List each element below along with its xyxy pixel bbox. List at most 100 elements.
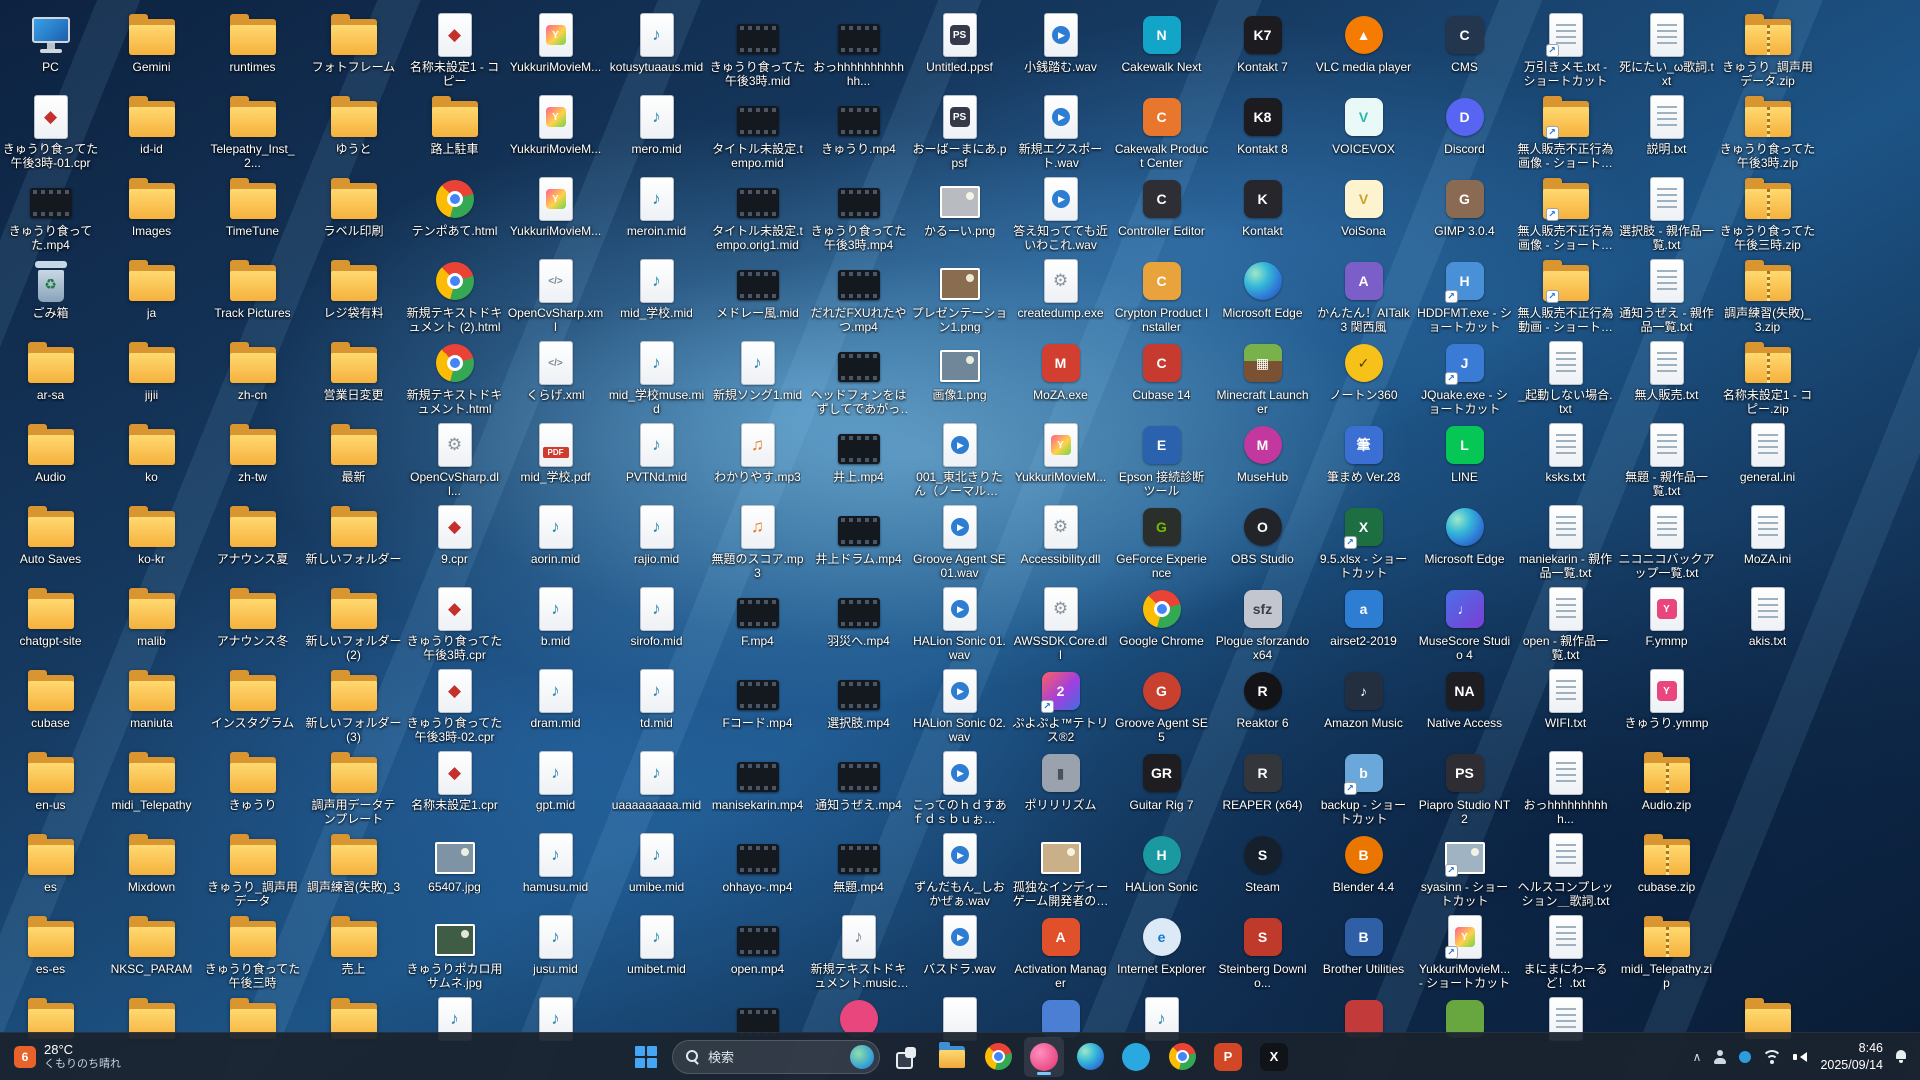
desktop-icon[interactable]: ▶ HALion Sonic 02.wav (909, 664, 1010, 746)
desktop-icon[interactable]: 新しいフォルダー (303, 500, 404, 582)
desktop-icon[interactable]: PDF mid_学校.pdf (505, 418, 606, 500)
desktop-icon[interactable]: open - 親作品一覧.txt (1515, 582, 1616, 664)
desktop-icon[interactable]: 死にたい_ω歌詞.txt (1616, 8, 1717, 90)
desktop-icon[interactable]: ♪ jusu.mid (505, 910, 606, 992)
desktop-icon[interactable]: es (0, 828, 101, 910)
desktop-icon[interactable]: 孤独なインディーゲーム開発者の一生... (1010, 828, 1111, 910)
desktop-icon[interactable]: PC (0, 8, 101, 90)
desktop-icon[interactable]: es-es (0, 910, 101, 992)
desktop-icon[interactable]: まにまにわーるど！.txt (1515, 910, 1616, 992)
desktop-icon[interactable]: ko-kr (101, 500, 202, 582)
desktop-icon[interactable]: Mixdown (101, 828, 202, 910)
desktop-icon[interactable]: L LINE (1414, 418, 1515, 500)
desktop-icon[interactable]: NA Native Access (1414, 664, 1515, 746)
desktop-icon[interactable]: ↗無人販売不正行為画像 - ショートカット (1515, 172, 1616, 254)
desktop-icon[interactable]: A かんたん！AITalk 3 関西風 (1313, 254, 1414, 336)
desktop-icon[interactable]: maniuta (101, 664, 202, 746)
desktop-icon[interactable]: ⚙ OpenCvSharp.dll... (404, 418, 505, 500)
desktop-icon[interactable]: ♩ MuseScore Studio 4 (1414, 582, 1515, 664)
desktop-icon[interactable]: GR Guitar Rig 7 (1111, 746, 1212, 828)
desktop-icon[interactable]: Y きゅうり.ymmp (1616, 664, 1717, 746)
desktop-icon[interactable]: ko (101, 418, 202, 500)
desktop-icon[interactable]: ▦ Minecraft Launcher (1212, 336, 1313, 418)
tray-user-icon[interactable] (1712, 1050, 1728, 1064)
desktop-icon[interactable]: sfz Plogue sforzando x64 (1212, 582, 1313, 664)
desktop-icon[interactable]: ♪ b.mid (505, 582, 606, 664)
desktop-icon[interactable]: H HALion Sonic (1111, 828, 1212, 910)
desktop-icon[interactable]: ⚙ createdump.exe (1010, 254, 1111, 336)
desktop-icon[interactable]: C CMS (1414, 8, 1515, 90)
desktop-icon[interactable]: 筆筆まめ Ver.28 (1313, 418, 1414, 500)
desktop-icon[interactable]: general.ini (1717, 418, 1818, 500)
desktop-icon[interactable]: ♫ 無題のスコア.mp3 (707, 500, 808, 582)
desktop-icon[interactable]: TimeTune (202, 172, 303, 254)
desktop-icon[interactable]: ▮ ポリリリズム (1010, 746, 1111, 828)
desktop-icon[interactable]: 画像1.png (909, 336, 1010, 418)
desktop-icon[interactable]: きゅうり食ってた午後3時.mp4 (808, 172, 909, 254)
desktop-icon[interactable]: Y ↗ YukkuriMovieM... - ショートカット (1414, 910, 1515, 992)
desktop-icon[interactable]: midi_Telepathy (101, 746, 202, 828)
desktop-icon[interactable]: ♪ uaaaaaaaaa.mid (606, 746, 707, 828)
desktop-icon[interactable]: ニコニコバックアップ一覧.txt (1616, 500, 1717, 582)
desktop-icon[interactable]: 路上駐車 (404, 90, 505, 172)
desktop-icon[interactable]: manisekarin.mp4 (707, 746, 808, 828)
desktop-icon[interactable]: ▶ HALion Sonic 01.wav (909, 582, 1010, 664)
desktop-icon[interactable]: 無題.mp4 (808, 828, 909, 910)
desktop-icon[interactable]: 売上 (303, 910, 404, 992)
desktop-icon[interactable]: 新規テキストドキュメント (2).html (404, 254, 505, 336)
tray-chevron-up-icon[interactable]: ∧ (1693, 1050, 1702, 1064)
desktop-icon[interactable]: 最新 (303, 418, 404, 500)
taskbar-media-app[interactable] (1024, 1036, 1064, 1077)
desktop-icon[interactable]: M MoZA.exe (1010, 336, 1111, 418)
desktop-icon[interactable]: S Steinberg Downlo... (1212, 910, 1313, 992)
desktop-icon[interactable]: K8 Kontakt 8 (1212, 90, 1313, 172)
desktop-icon[interactable]: Audio.zip (1616, 746, 1717, 828)
desktop-icon[interactable]: メドレー風.mid (707, 254, 808, 336)
desktop-icon[interactable]: 新規テキストドキュメント.html (404, 336, 505, 418)
desktop-icon[interactable]: G GIMP 3.0.4 (1414, 172, 1515, 254)
notification-bell-icon[interactable] (1894, 1049, 1908, 1065)
desktop-icon[interactable]: ♪ kotusytuaaus.mid (606, 8, 707, 90)
desktop-icon[interactable]: en-us (0, 746, 101, 828)
desktop-icon[interactable]: ♫ わかりやす.mp3 (707, 418, 808, 500)
desktop-icon[interactable]: ♪ dram.mid (505, 664, 606, 746)
desktop-icon[interactable]: ▶こってのｈｄすあｆｄｓｂｕぉぁw.wav (909, 746, 1010, 828)
desktop-icon[interactable]: ♪新規テキストドキュメント.musicxml (808, 910, 909, 992)
desktop-icon[interactable]: ゆうと (303, 90, 404, 172)
desktop-icon[interactable]: 新しいフォルダー (2) (303, 582, 404, 664)
desktop-icon[interactable]: ♪ 新規ソング1.mid (707, 336, 808, 418)
desktop-icon[interactable]: きゅうり食ってた午後3時.mid (707, 8, 808, 90)
desktop-icon[interactable]: B Blender 4.4 (1313, 828, 1414, 910)
desktop-icon[interactable]: ksks.txt (1515, 418, 1616, 500)
desktop-icon[interactable]: G GeForce Experience (1111, 500, 1212, 582)
desktop-icon[interactable]: 65407.jpg (404, 828, 505, 910)
desktop-icon[interactable]: ♻ ごみ箱 (0, 254, 101, 336)
desktop-icon[interactable]: R Reaktor 6 (1212, 664, 1313, 746)
desktop-icon[interactable]: ◆ きゅうり食ってた午後3時-02.cpr (404, 664, 505, 746)
desktop-icon[interactable]: きゅうりポカロ用サムネ.jpg (404, 910, 505, 992)
desktop-icon[interactable]: ▶ 小銭踏む.wav (1010, 8, 1111, 90)
tray-app-icon[interactable] (1739, 1050, 1752, 1063)
desktop-icon[interactable]: zh-tw (202, 418, 303, 500)
volume-icon[interactable] (1793, 1050, 1809, 1064)
desktop-icon[interactable]: ▲ VLC media player (1313, 8, 1414, 90)
desktop-icon[interactable]: ♪ Amazon Music (1313, 664, 1414, 746)
desktop-icon[interactable]: きゅうり.mp4 (808, 90, 909, 172)
desktop-icon[interactable]: _起動しない場合.txt (1515, 336, 1616, 418)
desktop-icon[interactable]: ♪ umibet.mid (606, 910, 707, 992)
desktop-icon[interactable]: M MuseHub (1212, 418, 1313, 500)
desktop-icon[interactable]: Auto Saves (0, 500, 101, 582)
desktop-icon[interactable]: e Internet Explorer (1111, 910, 1212, 992)
desktop-icon[interactable]: ♪ td.mid (606, 664, 707, 746)
desktop-icon[interactable]: akis.txt (1717, 582, 1818, 664)
desktop-icon[interactable]: Images (101, 172, 202, 254)
desktop-icon[interactable]: Gemini (101, 8, 202, 90)
desktop-icon[interactable]: ▶ バスドラ.wav (909, 910, 1010, 992)
desktop-icon[interactable]: zh-cn (202, 336, 303, 418)
desktop-icon[interactable]: ♪ PVTNd.mid (606, 418, 707, 500)
desktop-icon[interactable]: ヘルスコンプレッション＿歌詞.txt (1515, 828, 1616, 910)
desktop-icon[interactable]: cubase.zip (1616, 828, 1717, 910)
desktop-icon[interactable]: PS Untitled.ppsf (909, 8, 1010, 90)
desktop-icon[interactable]: D Discord (1414, 90, 1515, 172)
desktop-icon[interactable]: 営業日変更 (303, 336, 404, 418)
